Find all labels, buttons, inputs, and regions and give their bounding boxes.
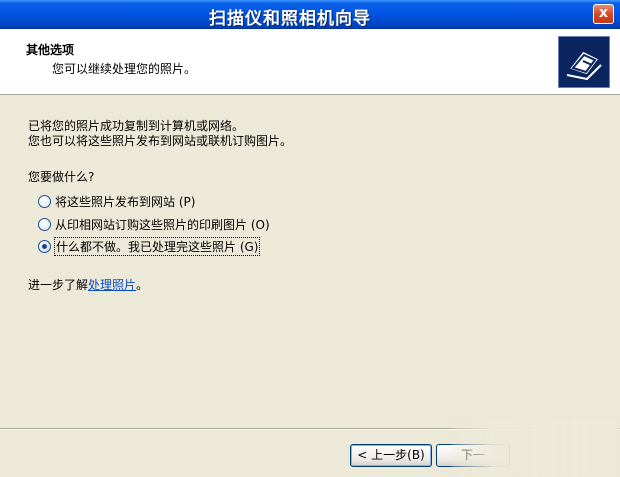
wizard-window: 扫描仪和照相机向导 x 其他选项 您可以继续处理您的照片。 已将您的照片成功复制…	[0, 0, 620, 477]
wizard-header: 其他选项 您可以继续处理您的照片。	[0, 29, 620, 95]
back-button[interactable]: < 上一步(B)	[350, 444, 432, 467]
info-line-2: 您也可以将这些照片发布到网站或联机订购图片。	[28, 134, 293, 148]
window-title: 扫描仪和照相机向导	[209, 9, 371, 29]
option-do-nothing[interactable]: 什么都不做。我已处理完这些照片 (G)	[38, 236, 261, 256]
radio-button[interactable]	[38, 194, 51, 208]
header-subtitle: 您可以继续处理您的照片。	[52, 62, 197, 76]
learn-more-prefix: 进一步了解	[28, 278, 89, 292]
option-label[interactable]: 从印相网站订购这些照片的印刷图片 (O)	[55, 216, 270, 233]
learn-more-text: 进一步了解处理照片。	[28, 276, 148, 293]
close-button[interactable]: x	[593, 4, 614, 24]
camera-scanner-icon	[558, 36, 610, 88]
question-label: 您要做什么?	[28, 170, 95, 184]
learn-more-suffix: 。	[136, 278, 149, 292]
header-title: 其他选项	[26, 43, 75, 57]
blurred-region	[452, 420, 620, 477]
radio-button[interactable]	[38, 217, 51, 231]
option-order-prints[interactable]: 从印相网站订购这些照片的印刷图片 (O)	[38, 215, 270, 233]
title-bar[interactable]: 扫描仪和照相机向导 x	[0, 0, 620, 29]
radio-button-selected[interactable]	[38, 239, 51, 253]
option-publish[interactable]: 将这些照片发布到网站 (P)	[38, 192, 195, 210]
option-label[interactable]: 什么都不做。我已处理完这些照片 (G)	[53, 236, 261, 256]
option-label[interactable]: 将这些照片发布到网站 (P)	[55, 193, 195, 210]
learn-more-link[interactable]: 处理照片	[88, 278, 136, 292]
